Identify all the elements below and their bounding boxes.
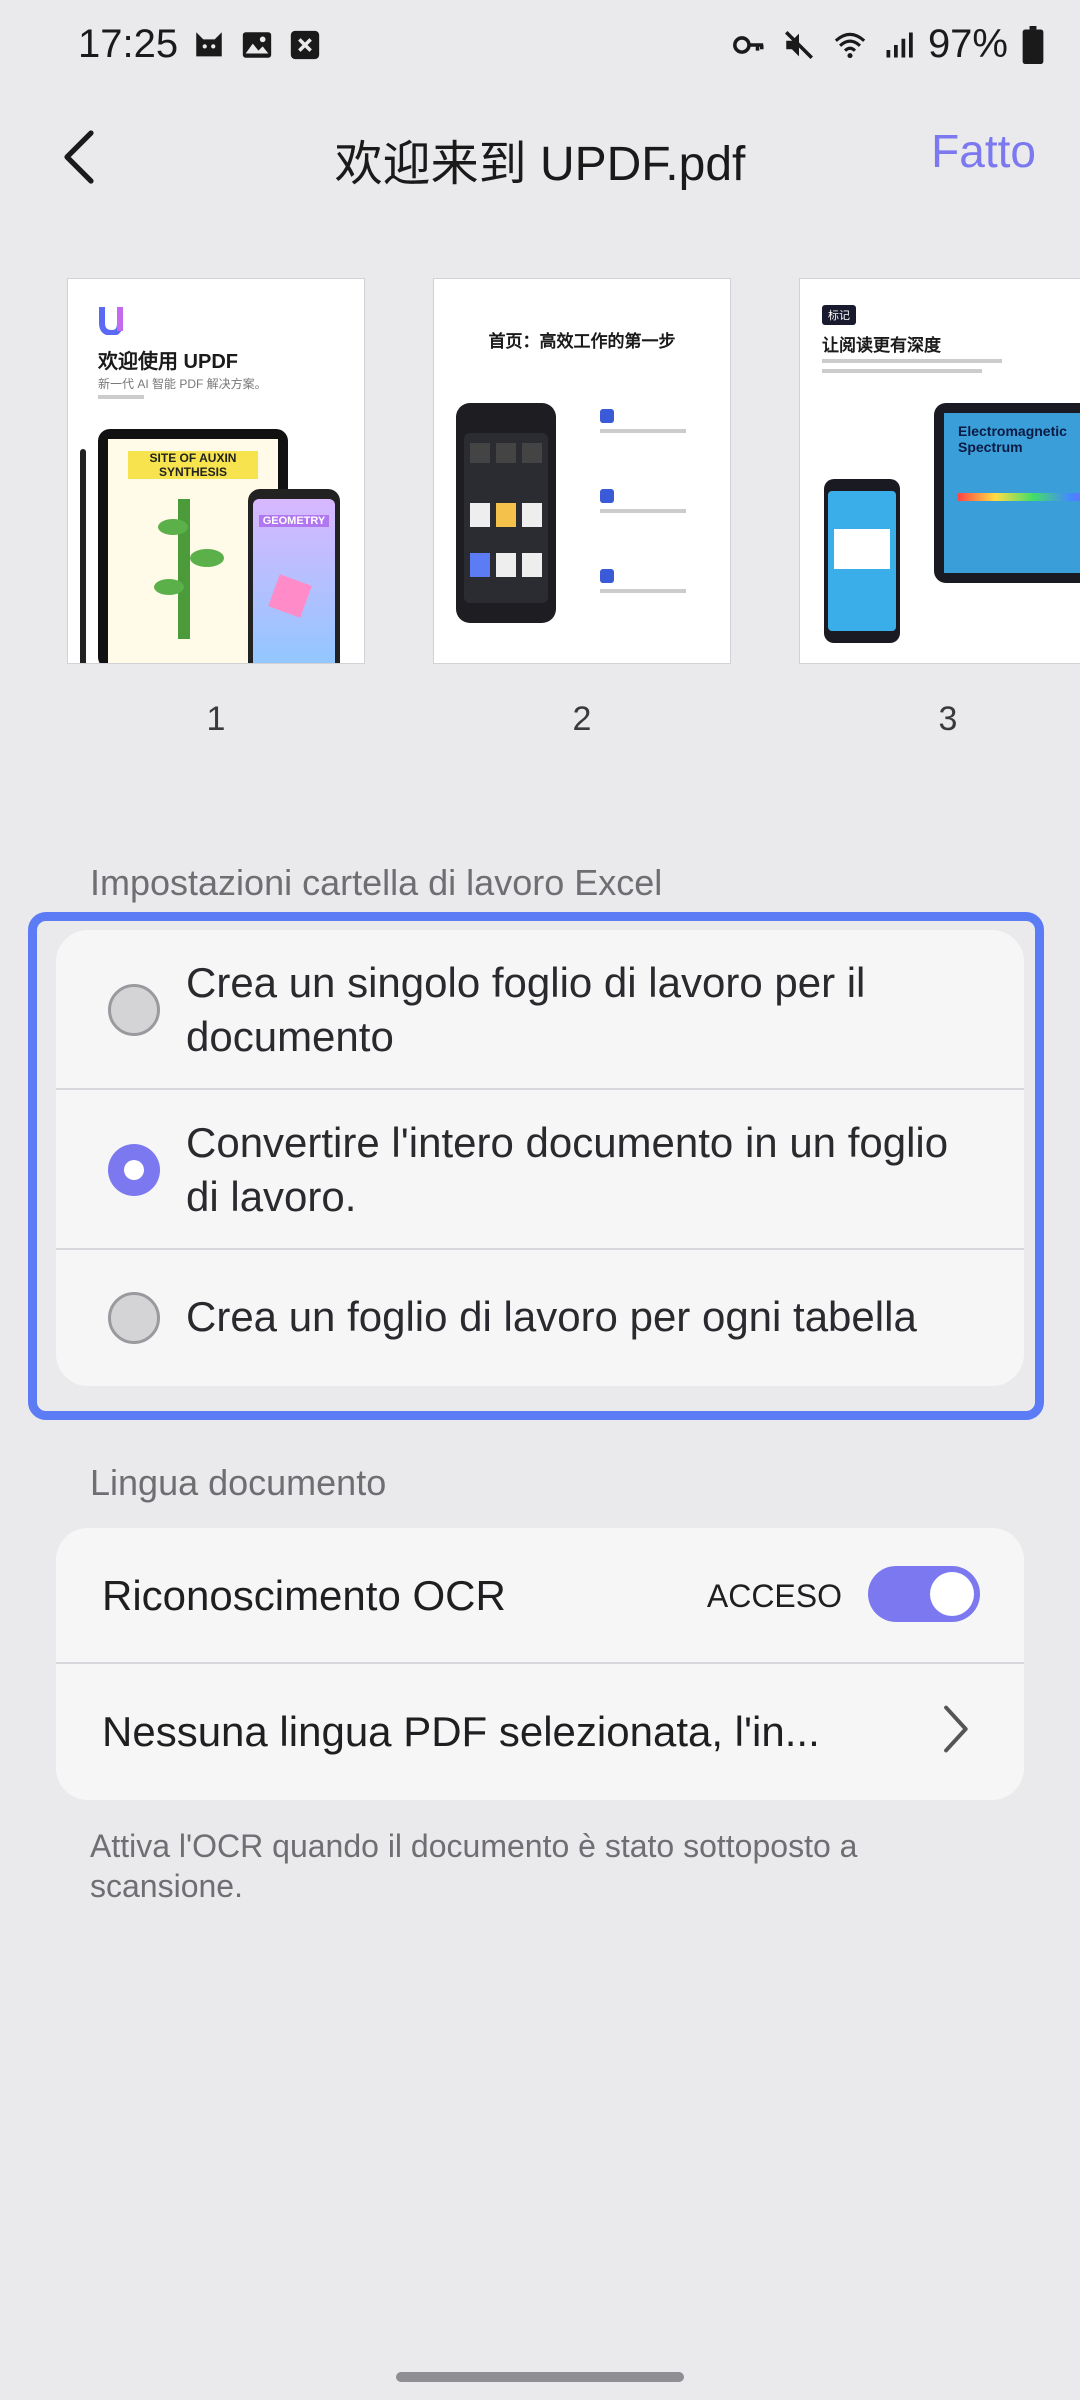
page-number: 3: [938, 700, 958, 738]
updf-logo-icon: [99, 307, 123, 335]
phone-mockup: GEOMETRY: [248, 489, 340, 663]
ocr-state: ACCESO: [706, 1578, 842, 1614]
cat-icon: [196, 32, 222, 57]
option-sheet-per-table[interactable]: Crea un foglio di lavoro per ogni tabell…: [56, 1250, 1024, 1386]
ocr-toggle[interactable]: [868, 1566, 980, 1622]
page-number: 1: [206, 700, 226, 738]
radio-button-selected[interactable]: [108, 1144, 160, 1196]
status-bar: 17:25 97%: [0, 0, 1080, 90]
app-header: 欢迎来到 UPDF.pdf Fatto: [0, 100, 1080, 210]
tablet-mockup: Electromagnetic Spectrum: [934, 403, 1080, 583]
page-title: 欢迎来到 UPDF.pdf: [334, 138, 746, 191]
key-icon: [733, 35, 764, 54]
language-card: Riconoscimento OCR ACCESO Nessuna lingua…: [56, 1528, 1024, 1800]
status-time: 17:25: [78, 22, 179, 66]
page-thumbnails: 欢迎使用 UPDF 新一代 AI 智能 PDF 解决方案。 SITE OF AU…: [0, 278, 1080, 748]
phone-mockup: [824, 479, 900, 643]
language-value: Nessuna lingua PDF selezionata, l'in...: [102, 1708, 820, 1755]
thumbnail-page-2[interactable]: 首页：高效工作的第一步 2: [433, 278, 731, 739]
option-label: Convertire l'intero documento in un fogl…: [186, 1119, 949, 1220]
option-label: Crea un foglio di lavoro per ogni tabell…: [186, 1293, 917, 1340]
ocr-hint: Attiva l'OCR quando il documento è stato…: [90, 1828, 858, 1904]
thumbnail-page-3[interactable]: 标记 让阅读更有深度 Electromagnetic Spectrum 3: [799, 278, 1080, 739]
stylus: [80, 449, 86, 663]
thumbnail-title: 首页：高效工作的第一步: [488, 332, 676, 351]
thumbnail-tag: 标记: [822, 305, 856, 325]
excel-options-card: Crea un singolo foglio di lavoro per il …: [56, 930, 1024, 1386]
option-label: Crea un singolo foglio di lavoro per il …: [186, 959, 866, 1060]
signal-icon: [886, 32, 913, 57]
page-preview: 标记 让阅读更有深度 Electromagnetic Spectrum: [799, 278, 1080, 664]
done-button[interactable]: Fatto: [931, 124, 1036, 178]
phone-mockup: [456, 403, 556, 623]
image-icon: [242, 32, 272, 58]
thumbnail-subtitle: 新一代 AI 智能 PDF 解决方案。: [98, 377, 267, 391]
thumbnail-title: 让阅读更有深度: [822, 336, 941, 355]
radio-button[interactable]: [108, 1292, 160, 1344]
excel-section-label: Impostazioni cartella di lavoro Excel: [90, 862, 663, 903]
page-preview: 首页：高效工作的第一步: [433, 278, 731, 664]
battery-percent: 97%: [927, 22, 1008, 66]
language-section-label: Lingua documento: [90, 1462, 387, 1503]
thumbnail-page-1[interactable]: 欢迎使用 UPDF 新一代 AI 智能 PDF 解决方案。 SITE OF AU…: [67, 278, 365, 739]
language-selector-row[interactable]: Nessuna lingua PDF selezionata, l'in...: [56, 1664, 1024, 1798]
poster-tag: GEOMETRY: [259, 515, 329, 527]
ocr-row: Riconoscimento OCR ACCESO: [56, 1528, 1024, 1664]
close-box-icon: [290, 30, 320, 60]
home-indicator[interactable]: [396, 2372, 684, 2382]
battery-icon: [1022, 25, 1044, 64]
wifi-icon: [834, 32, 866, 58]
mute-icon: [784, 30, 813, 59]
radio-button[interactable]: [108, 984, 160, 1036]
poster-title: SITE OF AUXIN SYNTHESIS: [128, 451, 258, 479]
page-preview: 欢迎使用 UPDF 新一代 AI 智能 PDF 解决方案。 SITE OF AU…: [67, 278, 365, 664]
page-number: 2: [572, 700, 592, 738]
poster-title: Electromagnetic Spectrum: [958, 423, 1067, 455]
option-whole-document-one-sheet[interactable]: Convertire l'intero documento in un fogl…: [56, 1090, 1024, 1250]
option-single-sheet-per-document[interactable]: Crea un singolo foglio di lavoro per il …: [56, 930, 1024, 1090]
thumbnail-title: 欢迎使用 UPDF: [98, 351, 238, 373]
ocr-label: Riconoscimento OCR: [102, 1572, 506, 1619]
chevron-right-icon: [944, 1705, 968, 1753]
